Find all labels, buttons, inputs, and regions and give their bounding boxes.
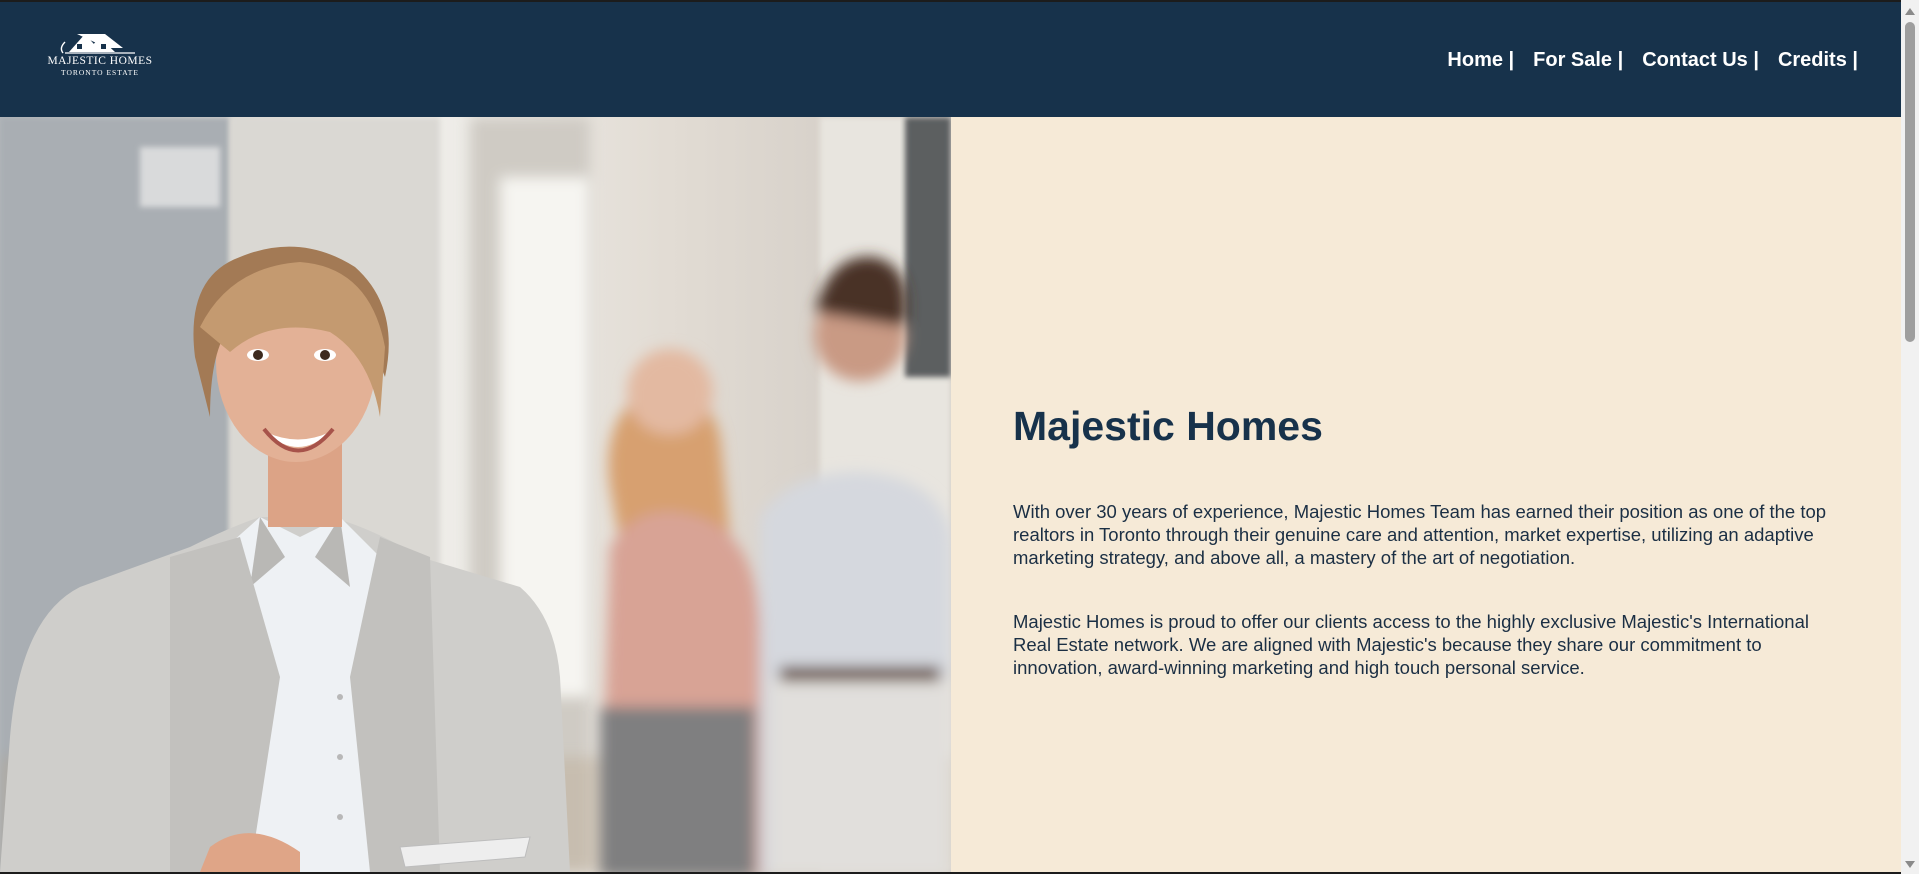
logo-subtitle: TORONTO ESTATE	[61, 68, 139, 77]
logo-title: MAJESTIC HOMES	[47, 55, 153, 67]
scrollbar-thumb[interactable]	[1905, 22, 1915, 342]
main-nav: Home | For Sale | Contact Us | Credits |	[1447, 49, 1858, 72]
scroll-down-arrow-icon[interactable]	[1905, 861, 1915, 868]
about-section: Majestic Homes With over 30 years of exp…	[1013, 402, 1843, 720]
page-title: Majestic Homes	[1013, 403, 1323, 449]
nav-contact-us-link[interactable]: Contact Us |	[1642, 49, 1759, 72]
scroll-up-arrow-icon[interactable]	[1905, 8, 1915, 15]
page-viewport: MAJESTIC HOMES TORONTO ESTATE Home | For…	[0, 2, 1901, 872]
vertical-scrollbar[interactable]	[1901, 0, 1919, 874]
house-logo-icon	[60, 34, 135, 54]
nav-credits-link[interactable]: Credits |	[1778, 49, 1858, 72]
intro-paragraph: With over 30 years of experience, Majest…	[1013, 501, 1827, 568]
nav-for-sale-link[interactable]: For Sale |	[1533, 49, 1623, 72]
nav-home-link[interactable]: Home |	[1447, 49, 1514, 72]
site-logo[interactable]: MAJESTIC HOMES TORONTO ESTATE	[40, 28, 160, 84]
top-navbar: MAJESTIC HOMES TORONTO ESTATE Home | For…	[0, 2, 1901, 117]
hero-image	[0, 117, 951, 872]
network-paragraph: Majestic Homes is proud to offer our cli…	[1013, 611, 1809, 678]
